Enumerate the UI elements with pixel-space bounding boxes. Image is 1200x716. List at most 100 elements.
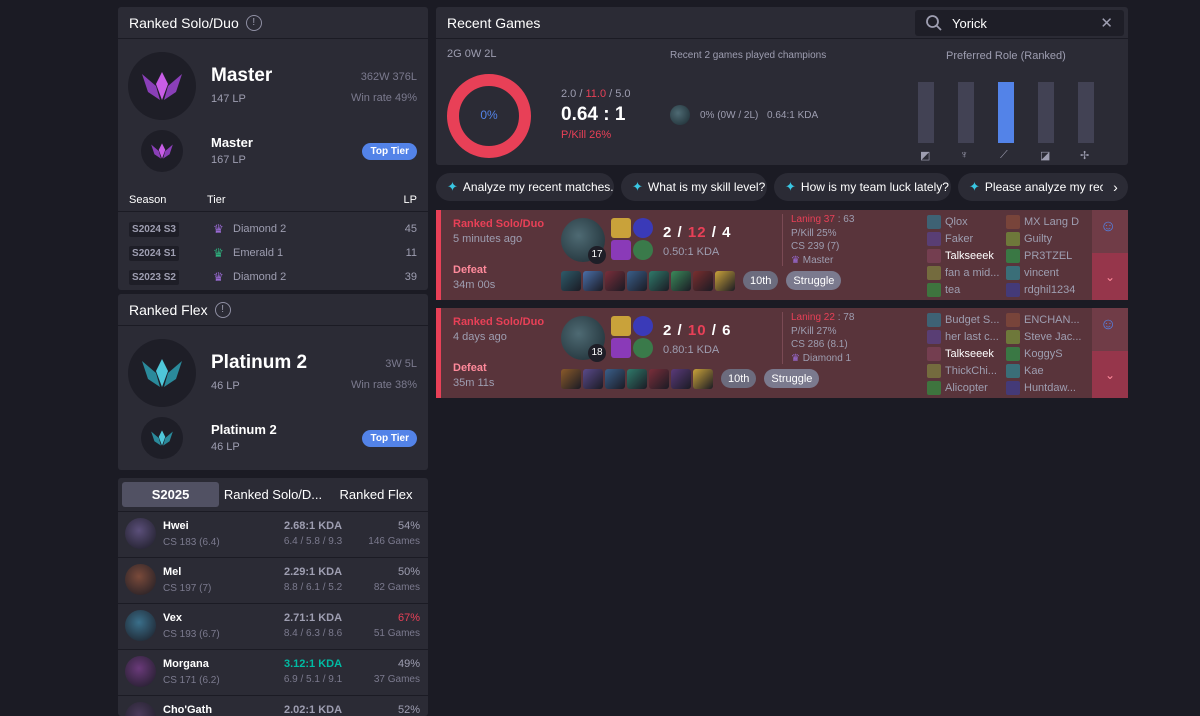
peak-tier: Master: [211, 135, 253, 150]
role-bar: [1038, 82, 1054, 143]
search-input[interactable]: Yorick: [952, 16, 1100, 31]
player-name: Kae: [1024, 364, 1044, 377]
avg-kills: 2.0: [561, 88, 577, 100]
winrate-value: 0%: [480, 108, 498, 122]
master-emblem-icon: [128, 52, 196, 120]
player-row[interactable]: Guilty: [1006, 230, 1086, 247]
tab-s2025[interactable]: S2025: [122, 482, 219, 507]
player-row[interactable]: Budget S...: [927, 311, 1003, 328]
player-row[interactable]: Alicopter: [927, 379, 1003, 396]
kda-ratio: 0.64 : 1: [561, 104, 626, 125]
flex-win-rate: Win rate 38%: [350, 379, 417, 391]
champion-level: 18: [588, 344, 606, 362]
summoner-spell-icon: [611, 316, 631, 336]
close-icon[interactable]: ✕: [1100, 14, 1113, 32]
match-side-actions: ☺ ⌄: [1092, 308, 1128, 398]
flex-current-lp: 46 LP: [211, 380, 240, 392]
player-row[interactable]: Huntdaw...: [1006, 379, 1086, 396]
player-name: Talkseeek: [945, 347, 994, 360]
chevron-down-icon: ⌄: [1104, 367, 1116, 382]
avg-assists: 5.0: [615, 88, 631, 100]
info-icon[interactable]: !: [214, 301, 231, 318]
champion-row[interactable]: Morgana CS 171 (6.2) 3.12:1 KDA 6.9 / 5.…: [118, 649, 428, 694]
item-icon: [649, 271, 669, 291]
ai-bot-icon[interactable]: ☺: [1100, 218, 1116, 236]
player-champion-icon: [927, 312, 941, 327]
player-row[interactable]: rdghil1234: [1006, 281, 1086, 298]
player-name: Huntdaw...: [1024, 381, 1076, 394]
player-row[interactable]: PR3TZEL: [1006, 247, 1086, 264]
match-card[interactable]: Ranked Solo/Duo 5 minutes ago Defeat 34m…: [436, 210, 1128, 300]
champion-games: 82 Games: [373, 582, 420, 593]
champion-games: 37 Games: [373, 674, 420, 685]
champion-row[interactable]: Vex CS 193 (6.7) 2.71:1 KDA 8.4 / 6.3 / …: [118, 603, 428, 648]
placement-tag: 10th: [721, 369, 757, 388]
tab-ranked-flex[interactable]: Ranked Flex: [327, 487, 425, 502]
player-row[interactable]: KoggyS: [1006, 345, 1086, 362]
ai-bot-icon[interactable]: ☺: [1100, 316, 1116, 334]
season-row: S2023 S2 ♛ Diamond 2 39: [118, 265, 428, 289]
prompt-chip-luck[interactable]: ✦ How is my team luck lately?: [774, 173, 951, 201]
champion-winrate: 50%: [397, 566, 420, 578]
player-champion-icon: [1006, 214, 1020, 229]
sparkle-icon: ✦: [785, 179, 796, 194]
champion-kda: 3.12:1 KDA: [283, 658, 343, 670]
champion-row[interactable]: Hwei CS 183 (6.4) 2.68:1 KDA 6.4 / 5.8 /…: [118, 511, 428, 556]
player-row[interactable]: Qlox: [927, 213, 1003, 230]
player-row[interactable]: ThickChi...: [927, 362, 1003, 379]
red-team: MX Lang D Guilty PR3TZEL vincent rdghil1234: [1006, 213, 1086, 298]
prompt-chip-analyze[interactable]: ✦ Analyze my recent matches.: [436, 173, 614, 201]
chevron-right-icon[interactable]: ›: [1103, 173, 1128, 201]
player-row[interactable]: Steve Jac...: [1006, 328, 1086, 345]
champion-row[interactable]: Cho'Gath 2.02:1 KDA 52%: [118, 695, 428, 716]
player-row[interactable]: vincent: [1006, 264, 1086, 281]
tab-ranked-solo[interactable]: Ranked Solo/D...: [219, 487, 327, 502]
player-row[interactable]: tea: [927, 281, 1003, 298]
player-row[interactable]: Talkseeek: [927, 345, 1003, 362]
game-kda: 2 / 12 / 4: [663, 224, 732, 241]
player-row[interactable]: ENCHAN...: [1006, 311, 1086, 328]
player-row[interactable]: Faker: [927, 230, 1003, 247]
expand-match-button[interactable]: ⌄: [1092, 351, 1128, 398]
champion-cs: CS 193 (6.7): [163, 629, 220, 640]
player-name: her last c...: [945, 330, 999, 343]
kills: 2: [663, 322, 673, 339]
player-row[interactable]: MX Lang D: [1006, 213, 1086, 230]
player-name: Alicopter: [945, 381, 988, 394]
yorick-avatar: [670, 105, 690, 125]
match-card[interactable]: Ranked Solo/Duo 4 days ago Defeat 35m 11…: [436, 308, 1128, 398]
preferred-role-title: Preferred Role (Ranked): [946, 50, 1066, 62]
player-champion-icon: [927, 231, 941, 246]
champion-cs: CS 183 (6.4): [163, 537, 220, 548]
player-champion-icon: [1006, 312, 1020, 327]
prompt-text: What is my skill level?: [647, 180, 766, 194]
season-row: S2024 S1 ♛ Emerald 1 11: [118, 241, 428, 265]
player-row[interactable]: Kae: [1006, 362, 1086, 379]
player-row[interactable]: Talkseeek: [927, 247, 1003, 264]
champion-portrait-icon: [125, 702, 156, 716]
kills: 2: [663, 224, 673, 241]
laning-label: Laning 37: [791, 214, 835, 225]
champion-stats-panel: S2025 Ranked Solo/D... Ranked Flex Hwei …: [118, 478, 428, 716]
role-bar: [998, 82, 1014, 143]
player-row[interactable]: her last c...: [927, 328, 1003, 345]
player-name: Talkseeek: [945, 249, 994, 262]
player-row[interactable]: fan a mid...: [927, 264, 1003, 281]
win-rate: Win rate 49%: [350, 92, 417, 104]
kill-participation: P/Kill 26%: [561, 129, 612, 141]
season-lp: 45: [404, 223, 417, 235]
champion-row[interactable]: Mel CS 197 (7) 2.29:1 KDA 8.8 / 6.1 / 5.…: [118, 557, 428, 602]
champion-cs: CS 197 (7): [163, 583, 212, 594]
laning-sep: :: [837, 312, 841, 323]
expand-match-button[interactable]: ⌄: [1092, 253, 1128, 300]
prompt-chip-please[interactable]: ✦ Please analyze my rece: [958, 173, 1103, 201]
game-result: Defeat: [453, 362, 487, 374]
platinum-emblem-small-icon: [141, 417, 183, 459]
info-icon[interactable]: !: [245, 14, 262, 31]
champion-search[interactable]: Yorick ✕: [915, 10, 1124, 36]
flex-top-tier-badge: Top Tier: [362, 430, 417, 447]
search-icon: [925, 14, 943, 32]
champion-winrate: 52%: [397, 704, 420, 716]
game-time-ago: 5 minutes ago: [453, 233, 523, 245]
prompt-chip-skill[interactable]: ✦ What is my skill level?: [621, 173, 767, 201]
